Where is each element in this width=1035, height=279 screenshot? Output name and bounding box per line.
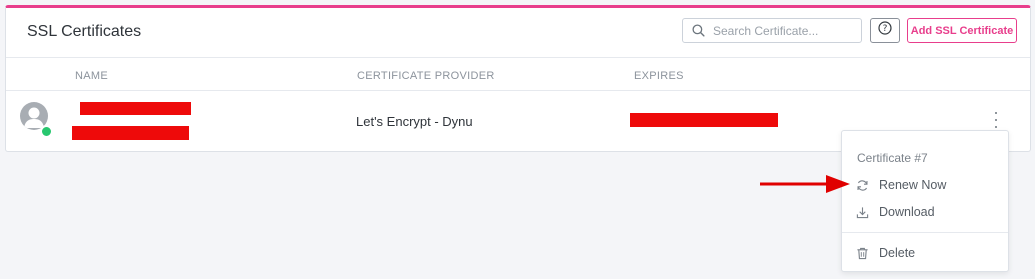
- card-header: SSL Certificates ? Add SSL Certificate: [6, 8, 1030, 58]
- provider-cell: Let's Encrypt - Dynu: [356, 114, 473, 129]
- column-header-expires[interactable]: EXPIRES: [634, 70, 684, 82]
- column-header-name[interactable]: NAME: [75, 70, 108, 82]
- menu-item-label: Delete: [879, 246, 916, 260]
- menu-item-delete[interactable]: Delete: [842, 241, 1008, 265]
- svg-text:?: ?: [883, 24, 888, 34]
- menu-item-label: Renew Now: [879, 178, 947, 192]
- certificate-actions-menu: Certificate #7 Renew Now Download Delete: [841, 130, 1009, 272]
- menu-header: Certificate #7: [857, 151, 928, 165]
- status-online-dot: [40, 125, 53, 138]
- menu-item-download[interactable]: Download: [842, 200, 1008, 224]
- download-icon: [856, 206, 870, 219]
- redacted-domain: [72, 126, 189, 140]
- trash-icon: [856, 247, 870, 260]
- add-ssl-certificate-button[interactable]: Add SSL Certificate: [907, 18, 1017, 43]
- column-header-provider[interactable]: CERTIFICATE PROVIDER: [357, 70, 495, 82]
- search-box[interactable]: [682, 18, 862, 43]
- row-divider: [6, 90, 1030, 91]
- menu-item-label: Download: [879, 205, 935, 219]
- question-circle-icon: ?: [878, 21, 892, 40]
- help-button[interactable]: ?: [870, 18, 900, 43]
- menu-divider: [842, 232, 1008, 233]
- annotation-arrow-icon: [760, 175, 850, 193]
- search-icon: [683, 24, 713, 37]
- page-title: SSL Certificates: [27, 23, 142, 40]
- menu-item-renew-now[interactable]: Renew Now: [842, 173, 1008, 197]
- refresh-icon: [856, 179, 870, 192]
- redacted-name: [80, 102, 191, 115]
- redacted-expiry: [630, 113, 778, 127]
- more-options-icon[interactable]: [990, 112, 1002, 128]
- search-input[interactable]: [713, 23, 853, 38]
